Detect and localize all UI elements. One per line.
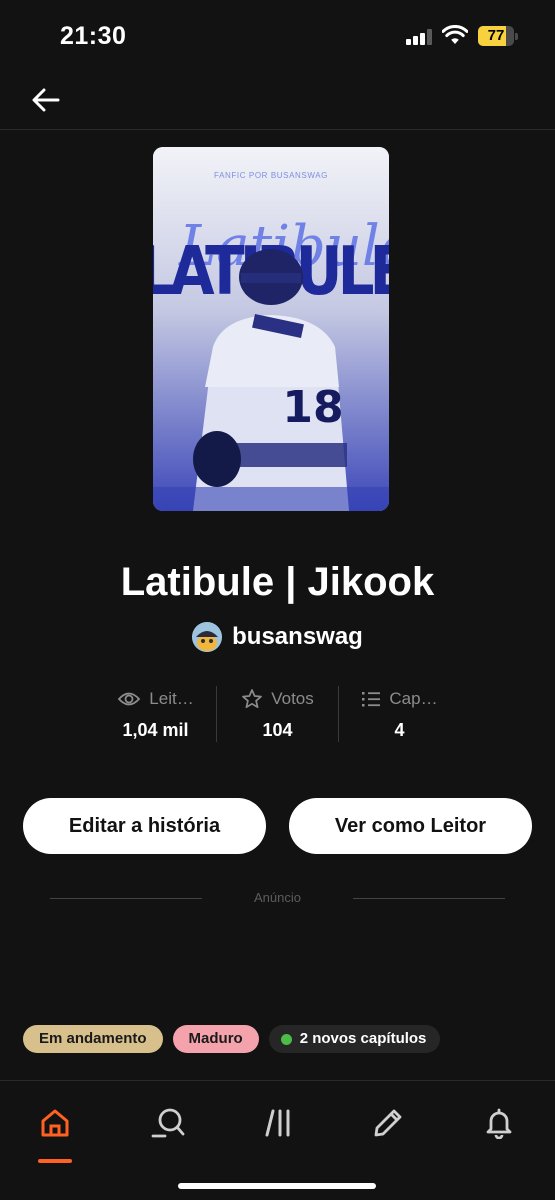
wifi-icon [442,25,468,44]
votes-value: 104 [262,720,293,740]
bottom-tab-bar [0,1080,555,1200]
story-title: Latibule | Jikook [120,560,435,604]
ad-divider: Anúncio [50,888,505,910]
mature-tag[interactable]: Maduro [172,1025,259,1053]
battery-icon: 77 [478,26,518,46]
library-icon [265,1109,290,1137]
reads-stat: Leit… 1,04 mil [95,686,216,742]
chapters-stat: Cap… 4 [338,686,460,742]
bell-icon [486,1108,512,1139]
status-tag[interactable]: Em andamento [23,1025,163,1053]
author-row[interactable]: busanswag [0,622,555,652]
home-icon [41,1109,69,1137]
votes-stat: Votos 104 [216,686,338,742]
eye-icon [118,692,141,706]
author-avatar[interactable] [192,622,223,652]
new-chapters-tag[interactable]: 2 novos capítulos [268,1025,441,1053]
star-icon [242,689,263,709]
back-arrow-icon[interactable] [26,82,66,118]
tab-home[interactable] [27,1095,83,1163]
story-stats: Leit… 1,04 mil Votos 104 Cap… 4 [95,686,460,742]
new-chapters-label: 2 novos capítulos [299,1030,427,1047]
reads-label: Leit… [149,689,194,708]
cellular-signal-icon [406,29,432,45]
story-cover-image: FANFIC POR BUSANSWAG Latibule LATIBULE 1… [153,147,389,511]
reads-value: 1,04 mil [122,720,189,740]
navigation-bar [0,70,555,130]
edit-story-button[interactable]: Editar a história [23,798,266,854]
chapters-label: Cap… [389,689,438,708]
active-tab-indicator [38,1159,72,1163]
home-indicator [178,1183,376,1189]
votes-label: Votos [271,689,314,708]
tab-write[interactable] [360,1095,416,1151]
author-name[interactable]: busanswag [232,623,363,651]
new-chapters-dot-icon [280,1033,292,1045]
battery-percentage: 77 [487,27,505,44]
search-icon [151,1108,185,1138]
status-time: 21:30 [60,22,127,50]
list-icon [362,692,381,707]
cover-jersey-number: 18 [282,382,343,433]
pencil-icon [374,1109,402,1137]
cover-credit: FANFIC POR BUSANSWAG [214,171,328,180]
tab-search[interactable] [139,1095,195,1151]
tab-library[interactable] [251,1095,307,1151]
tab-notifications[interactable] [471,1095,527,1151]
story-tags: Em andamento Maduro 2 novos capítulos [23,1025,441,1053]
status-bar: 21:30 77 [0,0,555,70]
chapters-value: 4 [394,720,405,740]
view-as-reader-button[interactable]: Ver como Leitor [289,798,532,854]
